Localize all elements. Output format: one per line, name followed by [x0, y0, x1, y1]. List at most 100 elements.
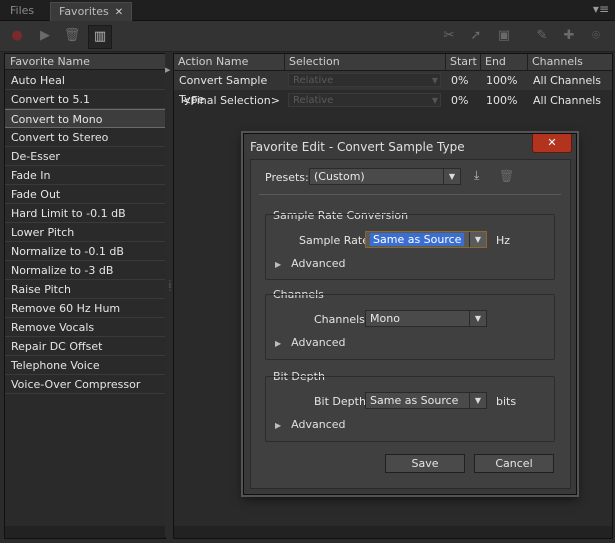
list-item[interactable]: Convert to 5.1 — [5, 90, 165, 109]
close-icon[interactable]: ✕ — [115, 7, 123, 18]
chevron-down-icon: ▼ — [443, 169, 460, 184]
tab-favorites[interactable]: Favorites ✕ — [50, 2, 133, 21]
panel-tab-bar: Files Favorites ✕ ▾≡ — [0, 0, 615, 21]
favorite-edit-dialog: Favorite Edit - Convert Sample Type ✕ Pr… — [243, 133, 577, 495]
selection-dropdown[interactable]: Relative ▼ — [288, 93, 441, 107]
pencil-icon[interactable]: ✎ — [531, 25, 553, 47]
channels-value: Mono — [370, 312, 400, 325]
horizontal-scrollbar[interactable] — [174, 526, 612, 538]
cell-channels: All Channels — [533, 94, 602, 107]
list-item[interactable]: Telephone Voice — [5, 356, 165, 375]
selection-value: Relative — [293, 75, 334, 86]
column-header-channels[interactable]: Channels — [528, 54, 612, 70]
column-header-action-name[interactable]: Action Name — [174, 54, 285, 70]
bit-depth-label: Bit Depth: — [314, 395, 370, 408]
favorite-name-column-header[interactable]: Favorite Name — [5, 54, 165, 70]
list-item[interactable]: Convert to Stereo — [5, 128, 165, 147]
channels-label: Channels: — [314, 313, 369, 326]
channels-group — [265, 294, 555, 360]
stamp-icon[interactable]: ▣ — [493, 25, 515, 47]
divider — [259, 194, 561, 195]
list-item[interactable]: Fade In — [5, 166, 165, 185]
favorites-toolbar: ● ▶ 🗑 ▥ ✂ ➚ ▣ ✎ ✚ ⌾ — [0, 21, 615, 52]
presets-label: Presets: — [265, 171, 309, 184]
column-header-end[interactable]: End — [481, 54, 528, 70]
save-button[interactable]: Save — [385, 454, 465, 473]
selection-value: Relative — [293, 95, 334, 106]
play-icon[interactable]: ▶ — [34, 25, 56, 47]
table-row[interactable]: Convert Sample Type Relative ▼ 0% 100% Al… — [174, 71, 612, 106]
table-header: Action Name Selection Start End Channels — [174, 54, 612, 71]
sample-rate-advanced-toggle[interactable]: ▶ Advanced — [275, 257, 346, 270]
list-item[interactable]: De-Esser — [5, 147, 165, 166]
table-row[interactable]: <Final Selection> Relative ▼ 0% 100% All … — [174, 91, 612, 110]
panel-menu-icon[interactable]: ▾≡ — [593, 2, 609, 16]
bit-depth-value: Same as Source — [370, 394, 459, 407]
list-item[interactable]: Voice-Over Compressor — [5, 375, 165, 394]
cell-start: 0% — [451, 94, 469, 107]
list-item[interactable]: Normalize to -0.1 dB — [5, 242, 165, 261]
list-item[interactable]: Raise Pitch — [5, 280, 165, 299]
dropdown-arrow-icon: ▼ — [431, 96, 438, 105]
list-item[interactable]: Fade Out — [5, 185, 165, 204]
tab-favorites-label: Favorites — [59, 5, 109, 18]
channels-dropdown[interactable]: Mono ▼ — [365, 310, 487, 327]
record-icon[interactable]: ● — [6, 25, 28, 47]
sample-rate-unit: Hz — [496, 234, 511, 247]
selection-dropdown[interactable]: Relative ▼ — [288, 73, 441, 87]
bit-depth-group — [265, 376, 555, 442]
presets-value: (Custom) — [314, 170, 365, 183]
column-header-selection[interactable]: Selection — [285, 54, 446, 70]
horizontal-scrollbar[interactable] — [5, 526, 165, 538]
list-item[interactable]: Auto Heal — [5, 71, 165, 90]
healing-icon[interactable]: ✚ — [558, 25, 580, 47]
list-item[interactable]: Remove Vocals — [5, 318, 165, 337]
list-item[interactable]: Remove 60 Hz Hum — [5, 299, 165, 318]
favorites-list-panel: Favorite Name Auto Heal Convert to 5.1 Con… — [4, 53, 166, 539]
presets-dropdown[interactable]: (Custom) ▼ — [309, 168, 461, 185]
bit-depth-unit: bits — [496, 395, 517, 408]
favorites-list: Auto Heal Convert to 5.1 Convert to Mono Co… — [5, 71, 165, 394]
list-item[interactable]: Repair DC Offset — [5, 337, 165, 356]
cell-end: 100% — [486, 94, 518, 107]
column-header-start[interactable]: Start — [446, 54, 481, 70]
triangle-right-icon: ▶ — [275, 421, 282, 430]
list-item[interactable]: Lower Pitch — [5, 223, 165, 242]
splitter-grip-icon[interactable]: ⋮ ⋮ — [166, 280, 174, 298]
bit-depth-advanced-toggle[interactable]: ▶ Advanced — [275, 418, 346, 431]
cell-channels: All Channels — [533, 74, 602, 87]
cell-action-name: <Final Selection> — [182, 94, 280, 107]
sample-rate-dropdown[interactable]: Same as Source ▼ — [365, 231, 487, 248]
pointer-icon[interactable]: ➚ — [465, 25, 487, 47]
bit-depth-dropdown[interactable]: Same as Source ▼ — [365, 392, 487, 409]
triangle-right-icon: ▶ — [275, 339, 282, 348]
advanced-label: Advanced — [291, 257, 346, 270]
triangle-right-icon: ▶ — [275, 260, 282, 269]
cell-action-name: Convert Sample Type — [179, 74, 268, 106]
list-item[interactable]: Convert to Mono — [5, 109, 165, 128]
dialog-close-button[interactable]: ✕ — [532, 134, 572, 153]
tab-files-label: Files — [10, 4, 35, 17]
delete-preset-icon[interactable]: 🗑 — [499, 169, 514, 183]
dialog-content: Presets: (Custom) ▼ ⤓ 🗑 Sample Rate Conv… — [250, 159, 571, 489]
advanced-label: Advanced — [291, 336, 346, 349]
chevron-down-icon: ▼ — [469, 311, 486, 326]
sample-rate-label: Sample Rate: — [299, 234, 373, 247]
sample-rate-value: Same as Source — [370, 233, 465, 246]
chevron-down-icon: ▼ — [469, 393, 486, 408]
tab-files[interactable]: Files — [2, 2, 42, 20]
advanced-label: Advanced — [291, 418, 346, 431]
chevron-down-icon: ▼ — [469, 232, 486, 247]
trash-icon[interactable]: 🗑 — [61, 25, 83, 47]
cancel-button[interactable]: Cancel — [474, 454, 554, 473]
cell-end: 100% — [486, 74, 518, 87]
lasso-icon[interactable]: ⌾ — [585, 25, 607, 47]
dropdown-arrow-icon: ▼ — [431, 76, 438, 85]
scissors-icon[interactable]: ✂ — [438, 25, 460, 47]
list-item[interactable]: Normalize to -3 dB — [5, 261, 165, 280]
columns-icon[interactable]: ▥ — [88, 25, 112, 49]
dialog-title: Favorite Edit - Convert Sample Type — [244, 134, 576, 159]
save-preset-icon[interactable]: ⤓ — [474, 168, 479, 183]
channels-advanced-toggle[interactable]: ▶ Advanced — [275, 336, 346, 349]
list-item[interactable]: Hard Limit to -0.1 dB — [5, 204, 165, 223]
